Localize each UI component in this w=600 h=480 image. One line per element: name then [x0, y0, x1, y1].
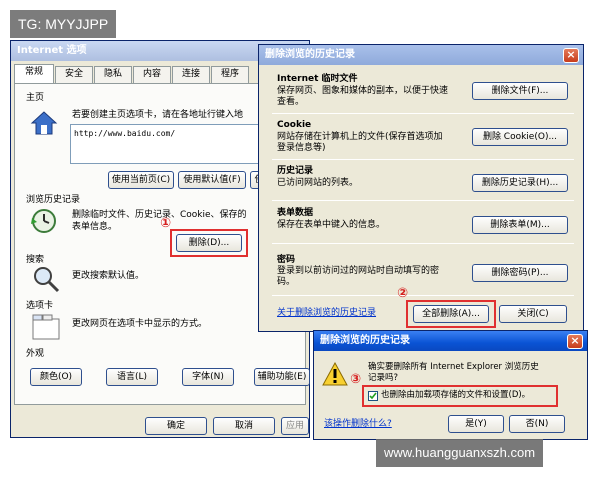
tab-security[interactable]: 安全 [55, 66, 93, 83]
window-title: Internet 选项 [17, 45, 87, 56]
highlight-checkbox-box [362, 385, 558, 407]
history-heading: 历史记录 [277, 166, 314, 176]
confirm-title: 删除浏览的历史记录 [320, 335, 410, 346]
tab-programs[interactable]: 程序 [211, 66, 249, 83]
cancel-button[interactable]: 取消 [213, 417, 275, 435]
home-section-label: 主页 [26, 93, 45, 103]
search-magnifier-icon [32, 265, 60, 293]
close-button[interactable]: 关闭(C) [499, 305, 567, 323]
ok-button[interactable]: 确定 [145, 417, 207, 435]
marker-2: ② [397, 286, 409, 301]
separator [272, 243, 574, 244]
cookie-desc-line2: 登录信息等) [277, 143, 326, 153]
confirm-question-line1: 确实要删除所有 Internet Explorer 浏览历史 [368, 362, 539, 372]
highlight-delete-all-box [406, 300, 496, 328]
yes-button[interactable]: 是(Y) [448, 415, 504, 433]
cookie-desc-line1: 网站存储在计算机上的文件(保存首选项加 [277, 132, 443, 142]
separator [272, 113, 574, 114]
tabs-section-label: 选项卡 [26, 301, 54, 311]
confirm-close-icon[interactable]: × [567, 334, 583, 349]
temp-files-desc-line2: 查看。 [277, 97, 305, 107]
delete-passwords-button[interactable]: 删除密码(P)... [472, 264, 568, 282]
watermark-site: www.huangguanxszh.com [376, 439, 544, 467]
watermark-tag: TG: MYYJJPP [10, 10, 117, 38]
delete-cookies-button[interactable]: 删除 Cookie(O)... [472, 128, 568, 146]
tab-connections[interactable]: 连接 [172, 66, 210, 83]
home-url-value: http://www.baidu.com/ [74, 129, 176, 138]
form-data-heading: 表单数据 [277, 208, 314, 218]
tab-general[interactable]: 常规 [14, 64, 54, 83]
separator [272, 200, 574, 201]
temp-files-heading: Internet 临时文件 [277, 74, 358, 84]
delete-history-close-icon[interactable]: × [563, 48, 579, 63]
languages-button[interactable]: 语言(L) [106, 368, 158, 386]
what-gets-deleted-link[interactable]: 该操作删除什么? [324, 419, 392, 430]
cookie-heading: Cookie [277, 120, 312, 130]
marker-1: ① [160, 216, 172, 231]
no-button[interactable]: 否(N) [509, 415, 565, 433]
delete-history-titlebar: 删除浏览的历史记录 [259, 45, 583, 65]
confirm-titlebar: 删除浏览的历史记录 [314, 331, 587, 351]
home-description: 若要创建主页选项卡，请在各地址行键入地 [72, 110, 244, 120]
marker-3: ③ [350, 372, 362, 387]
appearance-section-label: 外观 [26, 349, 45, 359]
delete-history-title: 删除浏览的历史记录 [265, 49, 355, 60]
history-desc-line2: 表单信息。 [72, 222, 118, 232]
accessibility-button[interactable]: 辅助功能(E) [254, 368, 310, 386]
home-url-textarea[interactable]: http://www.baidu.com/ [70, 124, 270, 164]
tab-privacy[interactable]: 隐私 [94, 66, 132, 83]
delete-forms-button[interactable]: 删除表单(M)... [472, 216, 568, 234]
highlight-delete-box [170, 229, 248, 257]
password-desc-line2: 码。 [277, 277, 296, 287]
about-delete-history-link[interactable]: 关于删除浏览的历史记录 [277, 308, 376, 319]
search-description: 更改搜索默认值。 [72, 271, 145, 281]
use-current-button[interactable]: 使用当前页(C) [108, 171, 174, 189]
tab-content[interactable]: 内容 [133, 66, 171, 83]
warning-icon [322, 361, 348, 386]
tabs-description: 更改网页在选项卡中显示的方式。 [72, 319, 208, 329]
form-data-desc: 保存在表单中键入的信息。 [277, 220, 386, 230]
separator [272, 295, 574, 296]
history-section-label: 浏览历史记录 [26, 195, 81, 205]
delete-history-button[interactable]: 删除历史记录(H)... [472, 174, 568, 192]
history-list-desc: 已访问网站的列表。 [277, 178, 359, 188]
password-heading: 密码 [277, 255, 296, 265]
separator [272, 159, 574, 160]
use-default-button[interactable]: 使用默认值(F) [178, 171, 246, 189]
delete-files-button[interactable]: 删除文件(F)... [472, 82, 568, 100]
fonts-button[interactable]: 字体(N) [182, 368, 234, 386]
confirm-question-line2: 记录吗? [368, 373, 399, 383]
apply-button[interactable]: 应用 [281, 417, 309, 435]
home-icon [30, 110, 58, 136]
tabs-settings-icon [32, 314, 60, 340]
colors-button[interactable]: 颜色(O) [30, 368, 82, 386]
password-desc-line1: 登录到以前访问过的网站时自动填写的密 [277, 266, 440, 276]
temp-files-desc-line1: 保存网页、图象和媒体的副本，以便于快速 [277, 86, 449, 96]
history-icon [30, 208, 58, 234]
